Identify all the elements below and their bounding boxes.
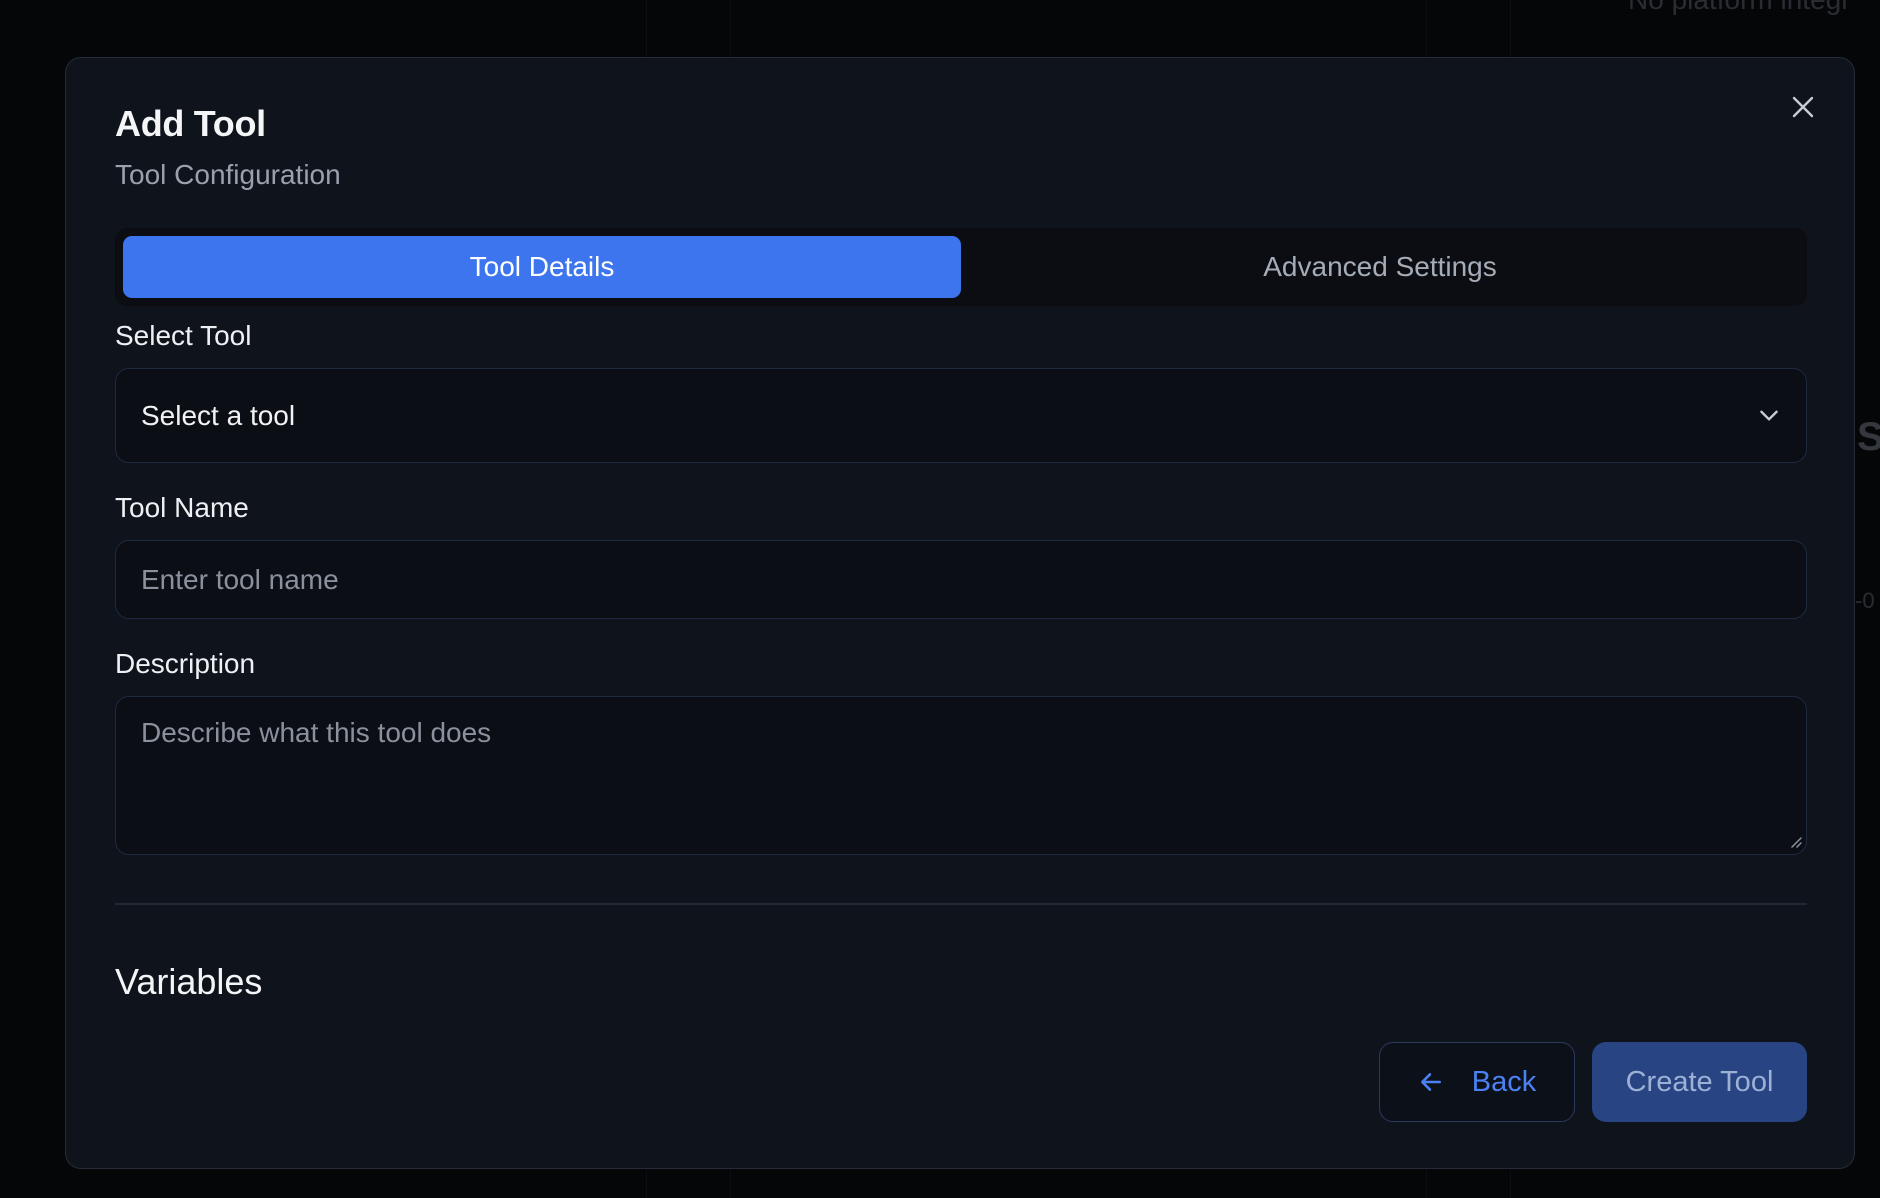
tool-name-input[interactable]	[115, 540, 1807, 619]
description-textarea[interactable]	[115, 696, 1807, 855]
section-divider	[115, 903, 1807, 905]
back-button-label: Back	[1471, 1065, 1537, 1098]
arrow-left-icon	[1420, 1073, 1441, 1091]
close-button[interactable]	[1786, 90, 1820, 124]
resize-handle-icon[interactable]	[1788, 834, 1802, 848]
chevron-down-icon	[1760, 410, 1778, 421]
background-value-fragment: -0	[1855, 588, 1875, 613]
tool-name-label: Tool Name	[115, 492, 249, 523]
background-text: No platform integr	[1628, 0, 1851, 16]
select-tool-value: Select a tool	[141, 399, 296, 431]
close-icon	[1792, 96, 1814, 118]
tab-list: Tool Details Advanced Settings	[115, 228, 1807, 306]
description-label: Description	[115, 648, 256, 679]
variables-heading: Variables	[115, 961, 263, 1002]
create-tool-button-label: Create Tool	[1625, 1065, 1774, 1098]
tab-advanced-settings[interactable]: Advanced Settings	[961, 236, 1799, 298]
add-tool-dialog: Add Tool Tool Configuration Tool Details…	[65, 57, 1855, 1169]
dialog-title: Add Tool	[115, 103, 266, 144]
dialog-subtitle: Tool Configuration	[115, 159, 341, 190]
tab-tool-details[interactable]: Tool Details	[123, 236, 961, 298]
background-heading-fragment: S	[1857, 415, 1880, 459]
select-tool-dropdown[interactable]: Select a tool	[115, 368, 1807, 463]
select-tool-label: Select Tool	[115, 320, 252, 351]
back-button[interactable]: Back	[1379, 1042, 1575, 1122]
create-tool-button[interactable]: Create Tool	[1592, 1042, 1807, 1122]
